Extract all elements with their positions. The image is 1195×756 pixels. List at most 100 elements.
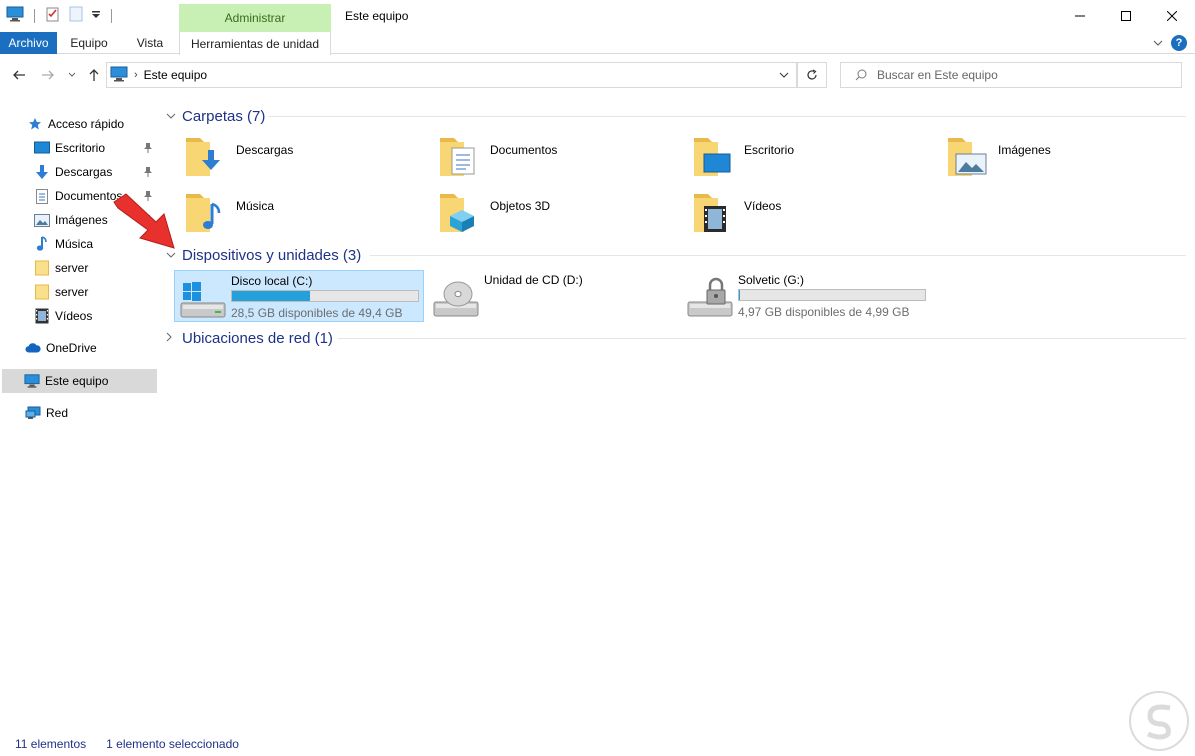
chevron-down-icon [166, 110, 180, 122]
videos-folder-icon [690, 188, 738, 236]
documents-folder-icon [436, 132, 484, 180]
up-button[interactable] [86, 66, 102, 84]
help-icon[interactable]: ? [1171, 35, 1187, 51]
maximize-button[interactable] [1103, 0, 1149, 32]
ribbon-tabs: Archivo Equipo Vista Herramientas de uni… [0, 32, 1195, 55]
watermark-logo-icon [1129, 691, 1189, 751]
close-button[interactable] [1149, 0, 1195, 32]
downloads-folder-icon [182, 132, 230, 180]
sidebar-item-red[interactable]: Red [0, 401, 158, 425]
forward-arrow-icon [42, 70, 54, 80]
sidebar-item-escritorio[interactable]: Escritorio [0, 136, 158, 160]
search-input[interactable]: Buscar en Este equipo [840, 62, 1182, 88]
back-arrow-icon [13, 70, 25, 80]
folder-icon [34, 260, 50, 276]
folder-imagenes[interactable]: Imágenes [944, 132, 1194, 182]
up-arrow-icon [89, 69, 99, 81]
pin-icon [143, 166, 153, 181]
computer-icon [110, 66, 128, 85]
drive-usage-bar [231, 290, 419, 302]
expand-ribbon-icon[interactable] [1153, 36, 1163, 50]
chevron-right-icon [166, 332, 180, 345]
group-header-carpetas[interactable]: Carpetas (7) [166, 107, 265, 125]
drive-unidad-cd-d[interactable]: Unidad de CD (D:) [428, 270, 678, 322]
computer-icon [24, 373, 40, 389]
drive-usage-fill [739, 290, 740, 300]
quick-access-toolbar [6, 6, 114, 25]
document-icon [34, 188, 50, 204]
refresh-icon [807, 69, 817, 80]
sidebar-item-server[interactable]: server [0, 256, 158, 280]
sidebar-item-onedrive[interactable]: OneDrive [0, 336, 158, 360]
computer-icon[interactable] [6, 6, 24, 25]
search-placeholder: Buscar en Este equipo [877, 68, 998, 82]
forward-button[interactable] [40, 66, 56, 84]
drive-disco-local-c[interactable]: Disco local (C:) 28,5 GB disponibles de … [174, 270, 424, 322]
recent-locations-button[interactable] [64, 66, 80, 84]
folder-objetos-3d[interactable]: Objetos 3D [436, 188, 686, 238]
chevron-down-icon [779, 72, 789, 78]
3d-objects-folder-icon [436, 188, 484, 236]
group-header-dispositivos[interactable]: Dispositivos y unidades (3) [166, 246, 361, 264]
music-icon [34, 236, 50, 252]
properties-icon[interactable] [45, 6, 61, 25]
drive-solvetic-g[interactable]: Solvetic (G:) 4,97 GB disponibles de 4,9… [682, 270, 932, 322]
group-divider [338, 338, 1186, 339]
drive-usage-fill [232, 291, 311, 301]
address-bar[interactable]: › Este equipo [106, 62, 797, 88]
ribbon-right-controls: ? [1153, 35, 1187, 51]
back-button[interactable] [11, 66, 27, 84]
sidebar-item-videos[interactable]: Vídeos [0, 304, 158, 328]
toolbar-separator [34, 8, 35, 23]
network-icon [25, 405, 41, 421]
group-header-ubicaciones-de-red[interactable]: Ubicaciones de red (1) [166, 329, 333, 347]
close-icon [1167, 11, 1177, 21]
star-icon [27, 116, 43, 132]
address-history-dropdown[interactable] [778, 68, 790, 85]
refresh-button[interactable] [797, 62, 827, 88]
tab-herramientas-de-unidad[interactable]: Herramientas de unidad [179, 32, 331, 55]
status-item-count: 11 elementos [15, 737, 87, 751]
breadcrumb-separator[interactable]: › [134, 69, 138, 81]
desktop-folder-icon [690, 132, 738, 180]
navigation-bar: › Este equipo Buscar en Este equipo [0, 60, 1195, 90]
new-folder-icon[interactable] [69, 6, 83, 25]
window-controls [1057, 0, 1195, 32]
video-icon [34, 308, 50, 324]
chevron-down-icon [68, 72, 76, 77]
group-divider [268, 116, 1186, 117]
windows-drive-icon [179, 277, 227, 321]
breadcrumb-este-equipo[interactable]: Este equipo [144, 68, 207, 82]
tab-equipo[interactable]: Equipo [60, 32, 118, 54]
folder-descargas[interactable]: Descargas [182, 132, 432, 182]
tab-administrar[interactable]: Administrar [179, 4, 331, 32]
folder-escritorio[interactable]: Escritorio [690, 132, 940, 182]
customize-toolbar-icon[interactable] [91, 9, 101, 23]
folder-documentos[interactable]: Documentos [436, 132, 686, 182]
status-selection: 1 elemento seleccionado [106, 737, 239, 751]
title-bar: Administrar Este equipo [0, 0, 1195, 32]
music-folder-icon [182, 188, 230, 236]
maximize-icon [1121, 11, 1131, 21]
locked-drive-icon [686, 276, 734, 320]
image-icon [34, 212, 50, 228]
toolbar-separator [111, 8, 112, 23]
sidebar-item-este-equipo[interactable]: Este equipo [2, 369, 157, 393]
folder-musica[interactable]: Música [182, 188, 432, 238]
folder-videos[interactable]: Vídeos [690, 188, 940, 238]
cd-drive-icon [432, 276, 480, 320]
window-title: Este equipo [345, 9, 409, 23]
sidebar-item-descargas[interactable]: Descargas [0, 160, 158, 184]
sidebar-item-acceso-rapido[interactable]: Acceso rápido [0, 112, 158, 136]
annotation-arrow-icon [113, 193, 175, 249]
minimize-icon [1075, 15, 1085, 17]
search-icon [855, 69, 867, 81]
minimize-button[interactable] [1057, 0, 1103, 32]
group-divider [370, 255, 1186, 256]
status-bar: 11 elementos 1 elemento seleccionado [0, 735, 1195, 753]
tab-vista[interactable]: Vista [122, 32, 178, 54]
tab-archivo[interactable]: Archivo [0, 32, 57, 54]
desktop-icon [34, 140, 50, 156]
drive-usage-bar [738, 289, 926, 301]
sidebar-item-server-2[interactable]: server [0, 280, 158, 304]
